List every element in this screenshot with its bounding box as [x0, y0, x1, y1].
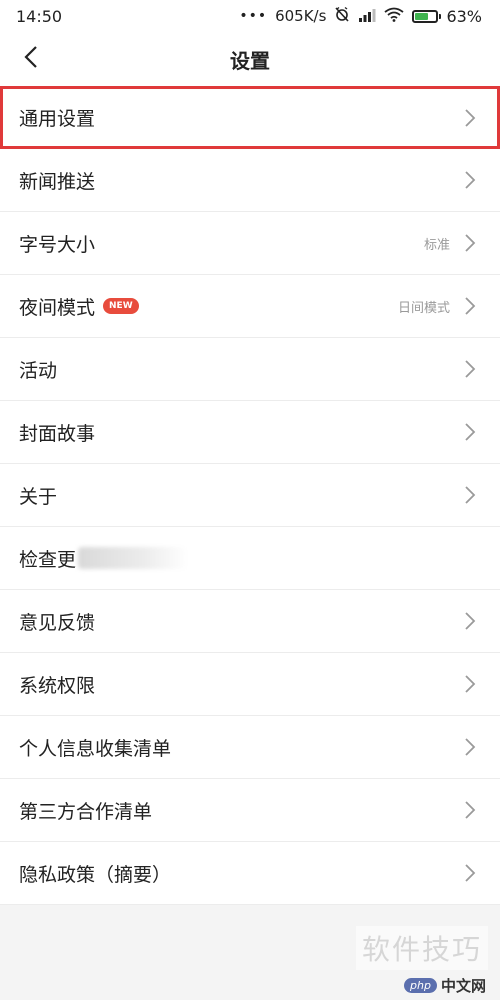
new-badge: NEW	[103, 298, 139, 314]
watermark-site: php 中文网	[404, 975, 486, 996]
settings-row[interactable]: 个人信息收集清单	[0, 716, 500, 779]
settings-row[interactable]: 第三方合作清单	[0, 779, 500, 842]
status-dots: •••	[239, 8, 268, 24]
chevron-left-icon	[23, 45, 39, 73]
battery-charging-icon	[412, 9, 442, 23]
settings-row[interactable]: 字号大小 标准	[0, 212, 500, 275]
chevron-right-icon	[462, 169, 478, 191]
settings-row[interactable]: 夜间模式 NEW 日间模式	[0, 275, 500, 338]
php-logo: php	[404, 978, 437, 993]
status-right: ••• 605K/s 63%	[239, 6, 482, 26]
settings-row-label: 第三方合作清单	[19, 800, 153, 823]
battery-percent: 63%	[446, 6, 482, 26]
network-speed: 605K/s	[275, 7, 327, 25]
settings-row[interactable]: 新闻推送	[0, 149, 500, 212]
chevron-right-icon	[462, 107, 478, 129]
settings-row-label: 封面故事	[19, 422, 96, 445]
chevron-right-icon	[462, 799, 478, 821]
watermark: 软件技巧 php 中文网	[344, 920, 494, 1000]
settings-row[interactable]: 活动	[0, 338, 500, 401]
settings-row-label: 字号大小	[19, 233, 96, 256]
settings-row[interactable]: 系统权限	[0, 653, 500, 716]
settings-row-label: 夜间模式	[19, 296, 96, 319]
status-time: 14:50	[16, 6, 63, 26]
chevron-right-icon	[462, 358, 478, 380]
chevron-right-icon	[462, 673, 478, 695]
chevron-right-icon	[462, 484, 478, 506]
settings-row[interactable]: 意见反馈	[0, 590, 500, 653]
battery-fill	[415, 12, 429, 20]
watermark-text: 软件技巧	[355, 926, 488, 970]
settings-row-label: 个人信息收集清单	[19, 737, 172, 760]
settings-row[interactable]: 封面故事	[0, 401, 500, 464]
settings-row[interactable]: 关于	[0, 464, 500, 527]
settings-row-label: 隐私政策（摘要）	[19, 863, 172, 886]
alarm-off-icon	[334, 6, 350, 26]
watermark-site-name: 中文网	[440, 977, 486, 995]
settings-row-label: 检查更	[19, 548, 77, 571]
settings-row[interactable]: 通用设置	[0, 86, 500, 149]
settings-row-label: 系统权限	[19, 674, 96, 697]
chevron-right-icon	[462, 232, 478, 254]
status-bar: 14:50 ••• 605K/s 63%	[0, 0, 500, 32]
wifi-icon	[384, 7, 404, 26]
settings-row[interactable]: 检查更	[0, 527, 500, 590]
chevron-right-icon	[462, 610, 478, 632]
settings-list: 通用设置新闻推送字号大小 标准夜间模式 NEW 日间模式活动封面故事关于检查更意见反馈…	[0, 86, 500, 905]
settings-row-label: 通用设置	[19, 108, 96, 130]
back-button[interactable]	[16, 43, 46, 75]
nav-header: 设置	[0, 32, 500, 86]
chevron-right-icon	[462, 295, 478, 317]
settings-row-label: 活动	[19, 359, 58, 382]
chevron-right-icon	[462, 421, 478, 443]
settings-row[interactable]: 隐私政策（摘要）	[0, 842, 500, 905]
settings-row-value: 日间模式	[397, 300, 450, 316]
obscured-text	[78, 547, 189, 569]
settings-row-label: 意见反馈	[19, 611, 96, 634]
settings-row-label: 新闻推送	[19, 170, 96, 193]
settings-row-value: 标准	[423, 237, 450, 253]
signal-icon	[358, 7, 376, 26]
settings-row-label: 关于	[19, 485, 58, 508]
chevron-right-icon	[462, 862, 478, 884]
chevron-right-icon	[462, 736, 478, 758]
page-title: 设置	[230, 48, 270, 73]
